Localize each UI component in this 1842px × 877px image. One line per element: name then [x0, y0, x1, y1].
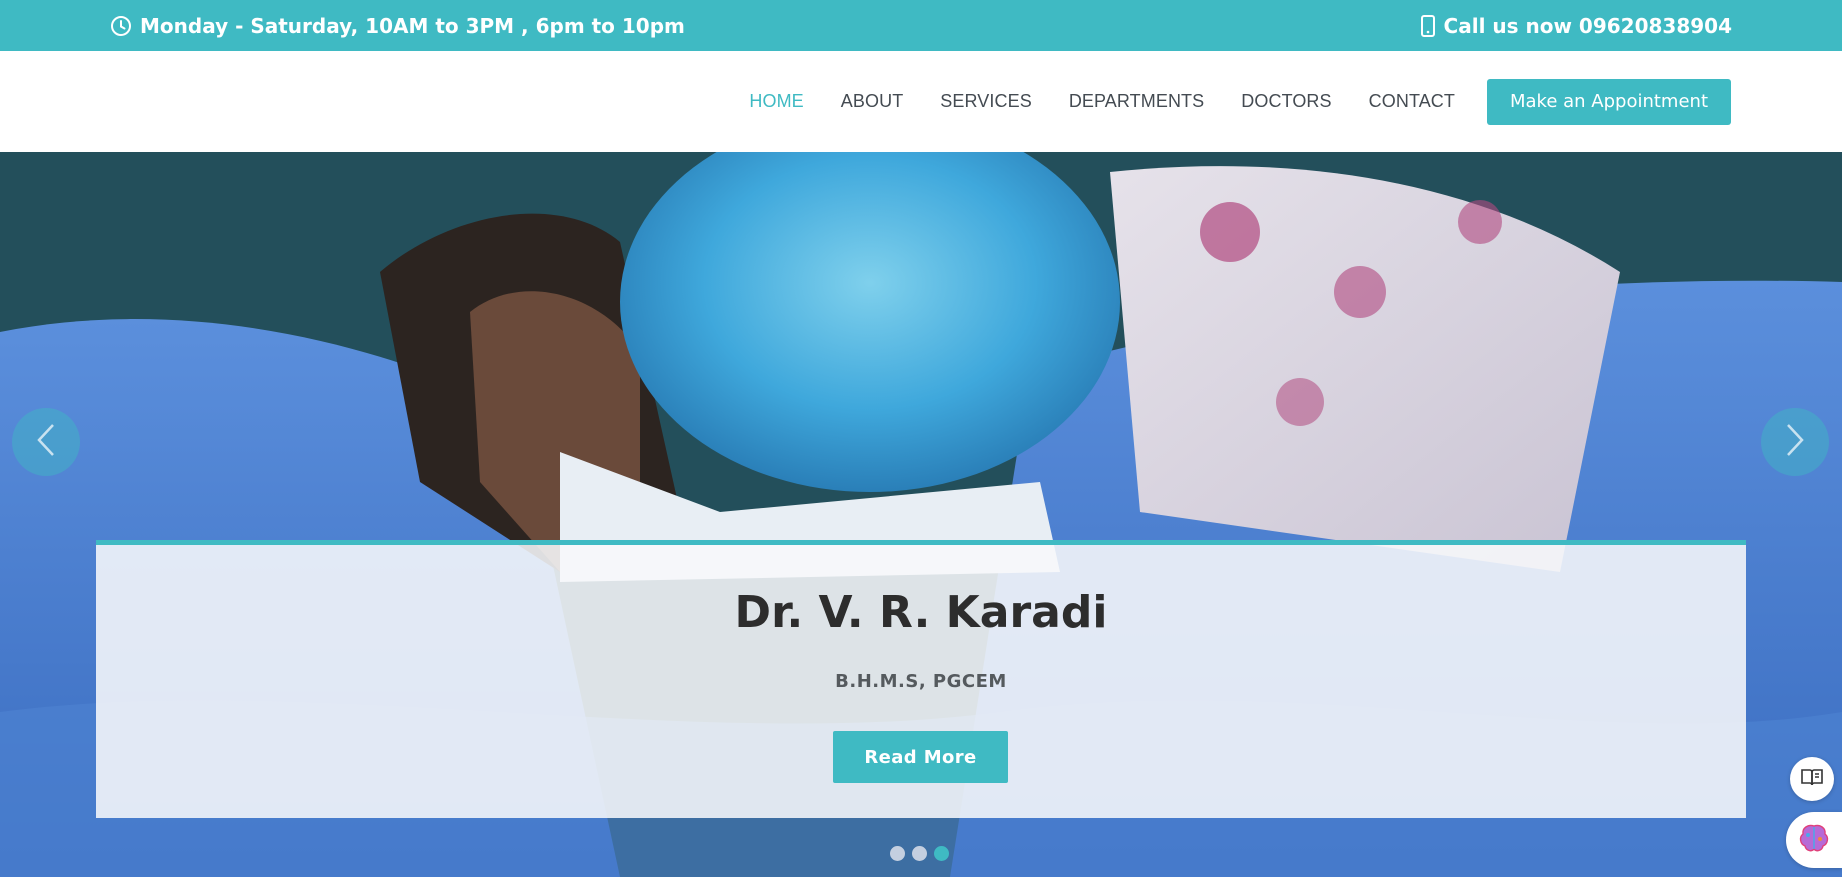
- brain-assistant-icon: [1798, 823, 1830, 858]
- slider-dots: [890, 846, 949, 861]
- mobile-phone-icon: [1420, 14, 1436, 37]
- doctor-name: Dr. V. R. Karadi: [734, 587, 1108, 638]
- assistant-button[interactable]: [1786, 812, 1842, 868]
- immersive-reader-icon: [1801, 768, 1823, 791]
- slide-caption: Dr. V. R. Karadi B.H.M.S, PGCEM Read Mor…: [96, 540, 1746, 818]
- chevron-right-icon: [1784, 422, 1806, 463]
- nav-links: HOME ABOUT SERVICES DEPARTMENTS DOCTORS …: [749, 91, 1455, 112]
- hero-slider: Dr. V. R. Karadi B.H.M.S, PGCEM Read Mor…: [0, 152, 1842, 877]
- nav-contact[interactable]: CONTACT: [1369, 91, 1455, 112]
- call-us[interactable]: Call us now 09620838904: [1420, 14, 1732, 38]
- main-navbar: HOME ABOUT SERVICES DEPARTMENTS DOCTORS …: [0, 51, 1842, 152]
- read-more-button[interactable]: Read More: [833, 731, 1008, 783]
- nav-about[interactable]: ABOUT: [841, 91, 904, 112]
- slider-dot-active[interactable]: [934, 846, 949, 861]
- opening-hours: Monday - Saturday, 10AM to 3PM , 6pm to …: [110, 14, 685, 38]
- top-info-bar: Monday - Saturday, 10AM to 3PM , 6pm to …: [0, 0, 1842, 51]
- slider-prev-button[interactable]: [12, 408, 80, 476]
- phone-text[interactable]: Call us now 09620838904: [1444, 14, 1732, 38]
- nav-home[interactable]: HOME: [749, 91, 803, 112]
- nav-services[interactable]: SERVICES: [940, 91, 1032, 112]
- slider-dot[interactable]: [912, 846, 927, 861]
- doctor-qualification: B.H.M.S, PGCEM: [835, 671, 1007, 692]
- slider-dot[interactable]: [890, 846, 905, 861]
- immersive-reader-button[interactable]: [1790, 757, 1834, 801]
- clock-icon: [110, 15, 132, 37]
- slider-next-button[interactable]: [1761, 408, 1829, 476]
- nav-departments[interactable]: DEPARTMENTS: [1069, 91, 1204, 112]
- opening-hours-text: Monday - Saturday, 10AM to 3PM , 6pm to …: [140, 13, 685, 38]
- chevron-left-icon: [35, 422, 57, 463]
- nav-doctors[interactable]: DOCTORS: [1241, 91, 1331, 112]
- make-appointment-button[interactable]: Make an Appointment: [1487, 78, 1731, 125]
